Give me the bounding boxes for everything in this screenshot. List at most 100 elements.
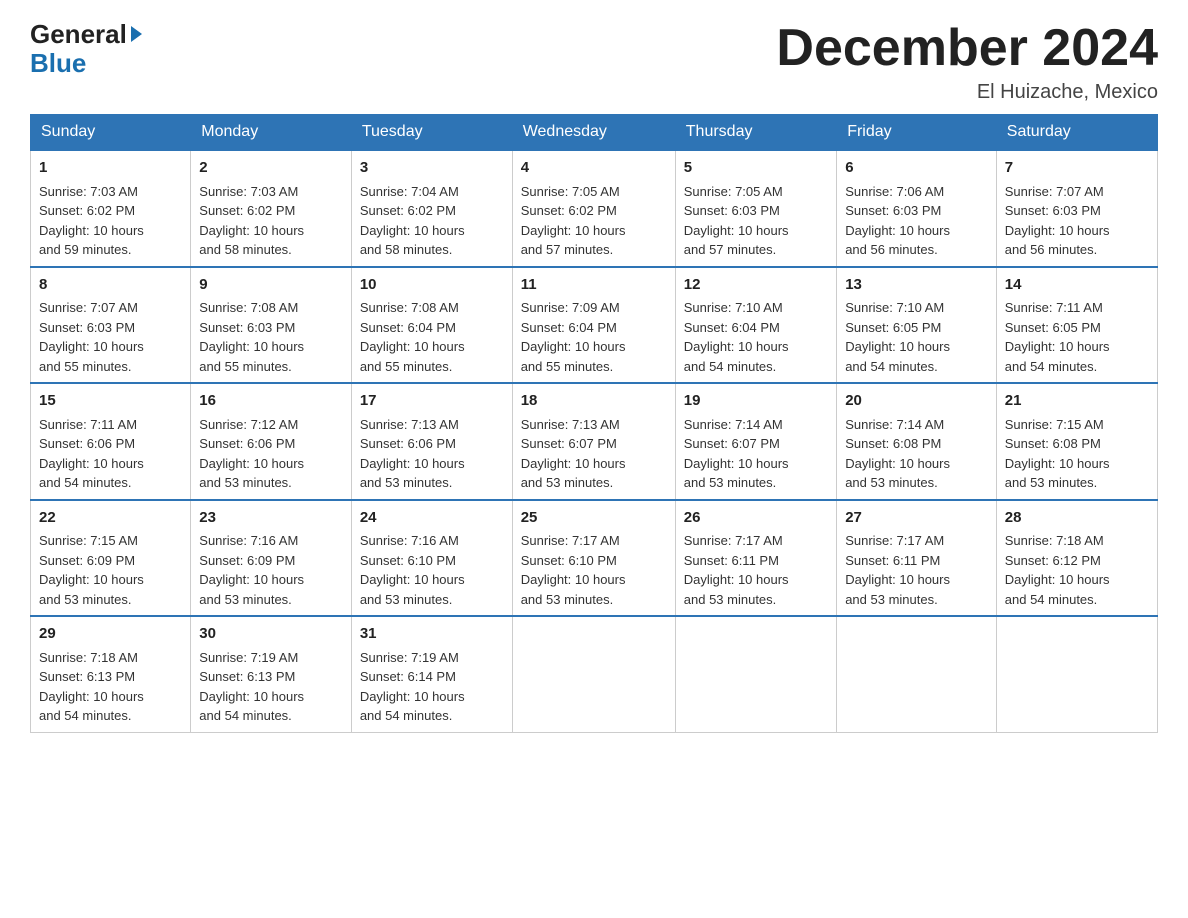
day-info: Sunrise: 7:08 AMSunset: 6:04 PMDaylight:… <box>360 298 504 376</box>
table-row: 26Sunrise: 7:17 AMSunset: 6:11 PMDayligh… <box>675 500 836 617</box>
table-row: 3Sunrise: 7:04 AMSunset: 6:02 PMDaylight… <box>351 150 512 267</box>
day-number: 25 <box>521 507 667 530</box>
table-row: 7Sunrise: 7:07 AMSunset: 6:03 PMDaylight… <box>996 150 1157 267</box>
table-row: 14Sunrise: 7:11 AMSunset: 6:05 PMDayligh… <box>996 267 1157 384</box>
day-info: Sunrise: 7:03 AMSunset: 6:02 PMDaylight:… <box>39 182 182 260</box>
logo: General Blue <box>30 20 142 77</box>
col-friday: Friday <box>837 115 997 151</box>
table-row: 24Sunrise: 7:16 AMSunset: 6:10 PMDayligh… <box>351 500 512 617</box>
table-row: 6Sunrise: 7:06 AMSunset: 6:03 PMDaylight… <box>837 150 997 267</box>
day-info: Sunrise: 7:17 AMSunset: 6:11 PMDaylight:… <box>684 531 828 609</box>
table-row: 22Sunrise: 7:15 AMSunset: 6:09 PMDayligh… <box>31 500 191 617</box>
day-info: Sunrise: 7:12 AMSunset: 6:06 PMDaylight:… <box>199 415 343 493</box>
day-info: Sunrise: 7:17 AMSunset: 6:11 PMDaylight:… <box>845 531 988 609</box>
logo-blue-text: Blue <box>30 49 142 78</box>
table-row: 30Sunrise: 7:19 AMSunset: 6:13 PMDayligh… <box>191 616 352 732</box>
day-info: Sunrise: 7:15 AMSunset: 6:09 PMDaylight:… <box>39 531 182 609</box>
day-number: 6 <box>845 157 988 180</box>
day-number: 15 <box>39 390 182 413</box>
table-row: 13Sunrise: 7:10 AMSunset: 6:05 PMDayligh… <box>837 267 997 384</box>
calendar-week-row: 15Sunrise: 7:11 AMSunset: 6:06 PMDayligh… <box>31 383 1158 500</box>
table-row <box>675 616 836 732</box>
table-row: 9Sunrise: 7:08 AMSunset: 6:03 PMDaylight… <box>191 267 352 384</box>
table-row: 31Sunrise: 7:19 AMSunset: 6:14 PMDayligh… <box>351 616 512 732</box>
calendar-week-row: 29Sunrise: 7:18 AMSunset: 6:13 PMDayligh… <box>31 616 1158 732</box>
day-number: 8 <box>39 274 182 297</box>
day-number: 19 <box>684 390 828 413</box>
day-number: 13 <box>845 274 988 297</box>
day-number: 16 <box>199 390 343 413</box>
table-row: 17Sunrise: 7:13 AMSunset: 6:06 PMDayligh… <box>351 383 512 500</box>
col-wednesday: Wednesday <box>512 115 675 151</box>
title-block: December 2024 El Huizache, Mexico <box>776 20 1158 104</box>
table-row: 15Sunrise: 7:11 AMSunset: 6:06 PMDayligh… <box>31 383 191 500</box>
table-row <box>996 616 1157 732</box>
day-info: Sunrise: 7:06 AMSunset: 6:03 PMDaylight:… <box>845 182 988 260</box>
day-number: 2 <box>199 157 343 180</box>
day-info: Sunrise: 7:04 AMSunset: 6:02 PMDaylight:… <box>360 182 504 260</box>
table-row: 18Sunrise: 7:13 AMSunset: 6:07 PMDayligh… <box>512 383 675 500</box>
day-number: 11 <box>521 274 667 297</box>
day-info: Sunrise: 7:18 AMSunset: 6:12 PMDaylight:… <box>1005 531 1149 609</box>
day-number: 28 <box>1005 507 1149 530</box>
table-row: 8Sunrise: 7:07 AMSunset: 6:03 PMDaylight… <box>31 267 191 384</box>
logo-general-text: General <box>30 20 142 49</box>
day-info: Sunrise: 7:05 AMSunset: 6:02 PMDaylight:… <box>521 182 667 260</box>
day-info: Sunrise: 7:19 AMSunset: 6:14 PMDaylight:… <box>360 648 504 726</box>
table-row: 12Sunrise: 7:10 AMSunset: 6:04 PMDayligh… <box>675 267 836 384</box>
day-info: Sunrise: 7:11 AMSunset: 6:06 PMDaylight:… <box>39 415 182 493</box>
calendar-week-row: 1Sunrise: 7:03 AMSunset: 6:02 PMDaylight… <box>31 150 1158 267</box>
table-row: 25Sunrise: 7:17 AMSunset: 6:10 PMDayligh… <box>512 500 675 617</box>
day-info: Sunrise: 7:16 AMSunset: 6:10 PMDaylight:… <box>360 531 504 609</box>
col-saturday: Saturday <box>996 115 1157 151</box>
day-number: 17 <box>360 390 504 413</box>
day-info: Sunrise: 7:18 AMSunset: 6:13 PMDaylight:… <box>39 648 182 726</box>
day-number: 7 <box>1005 157 1149 180</box>
table-row: 2Sunrise: 7:03 AMSunset: 6:02 PMDaylight… <box>191 150 352 267</box>
table-row: 23Sunrise: 7:16 AMSunset: 6:09 PMDayligh… <box>191 500 352 617</box>
day-number: 27 <box>845 507 988 530</box>
calendar-location: El Huizache, Mexico <box>776 81 1158 104</box>
day-number: 26 <box>684 507 828 530</box>
col-tuesday: Tuesday <box>351 115 512 151</box>
page: General Blue December 2024 El Huizache, … <box>0 0 1188 763</box>
col-sunday: Sunday <box>31 115 191 151</box>
table-row: 28Sunrise: 7:18 AMSunset: 6:12 PMDayligh… <box>996 500 1157 617</box>
table-row <box>512 616 675 732</box>
day-info: Sunrise: 7:07 AMSunset: 6:03 PMDaylight:… <box>39 298 182 376</box>
day-number: 20 <box>845 390 988 413</box>
logo-general-label: General <box>30 20 127 49</box>
day-number: 4 <box>521 157 667 180</box>
calendar-week-row: 22Sunrise: 7:15 AMSunset: 6:09 PMDayligh… <box>31 500 1158 617</box>
day-info: Sunrise: 7:05 AMSunset: 6:03 PMDaylight:… <box>684 182 828 260</box>
day-info: Sunrise: 7:14 AMSunset: 6:08 PMDaylight:… <box>845 415 988 493</box>
day-info: Sunrise: 7:16 AMSunset: 6:09 PMDaylight:… <box>199 531 343 609</box>
day-number: 30 <box>199 623 343 646</box>
day-number: 18 <box>521 390 667 413</box>
day-info: Sunrise: 7:03 AMSunset: 6:02 PMDaylight:… <box>199 182 343 260</box>
day-info: Sunrise: 7:10 AMSunset: 6:05 PMDaylight:… <box>845 298 988 376</box>
day-number: 23 <box>199 507 343 530</box>
day-info: Sunrise: 7:08 AMSunset: 6:03 PMDaylight:… <box>199 298 343 376</box>
table-row: 19Sunrise: 7:14 AMSunset: 6:07 PMDayligh… <box>675 383 836 500</box>
day-info: Sunrise: 7:11 AMSunset: 6:05 PMDaylight:… <box>1005 298 1149 376</box>
day-number: 22 <box>39 507 182 530</box>
day-number: 31 <box>360 623 504 646</box>
col-thursday: Thursday <box>675 115 836 151</box>
day-number: 21 <box>1005 390 1149 413</box>
day-info: Sunrise: 7:14 AMSunset: 6:07 PMDaylight:… <box>684 415 828 493</box>
table-row: 5Sunrise: 7:05 AMSunset: 6:03 PMDaylight… <box>675 150 836 267</box>
day-info: Sunrise: 7:17 AMSunset: 6:10 PMDaylight:… <box>521 531 667 609</box>
day-number: 14 <box>1005 274 1149 297</box>
day-number: 3 <box>360 157 504 180</box>
header: General Blue December 2024 El Huizache, … <box>30 20 1158 104</box>
logo-triangle-icon <box>131 26 142 42</box>
day-number: 5 <box>684 157 828 180</box>
calendar-week-row: 8Sunrise: 7:07 AMSunset: 6:03 PMDaylight… <box>31 267 1158 384</box>
table-row: 11Sunrise: 7:09 AMSunset: 6:04 PMDayligh… <box>512 267 675 384</box>
day-info: Sunrise: 7:07 AMSunset: 6:03 PMDaylight:… <box>1005 182 1149 260</box>
col-monday: Monday <box>191 115 352 151</box>
table-row: 27Sunrise: 7:17 AMSunset: 6:11 PMDayligh… <box>837 500 997 617</box>
day-info: Sunrise: 7:10 AMSunset: 6:04 PMDaylight:… <box>684 298 828 376</box>
day-info: Sunrise: 7:13 AMSunset: 6:06 PMDaylight:… <box>360 415 504 493</box>
